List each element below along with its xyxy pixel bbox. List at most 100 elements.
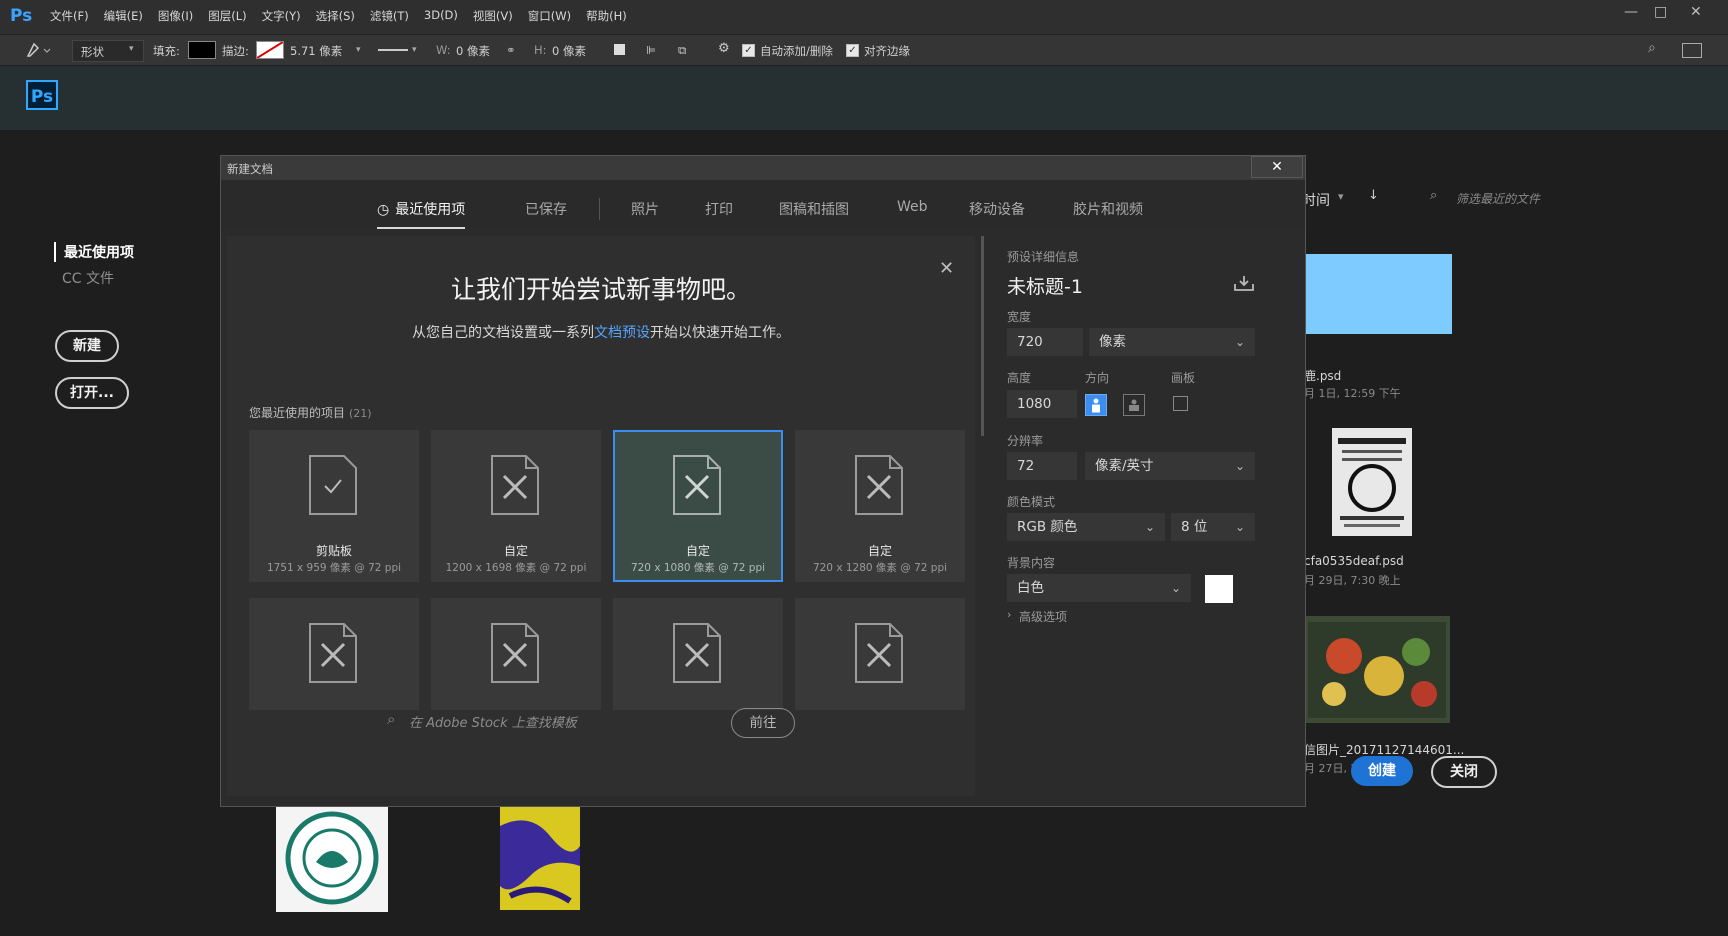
height-input[interactable]: 1080 [1007, 390, 1077, 418]
dialog-close-button[interactable]: ✕ [1251, 156, 1303, 178]
fill-swatch[interactable] [188, 41, 216, 59]
document-presets-link[interactable]: 文档预设 [594, 325, 650, 341]
chevron-right-icon[interactable]: › [1007, 608, 1011, 621]
preset-tabs: ◷ 最近使用项 已保存 照片 打印 图稿和插图 Web 移动设备 胶片和视频 [221, 180, 1305, 230]
path-arrangement-icon[interactable]: ⧉ [678, 43, 686, 58]
menu-edit[interactable]: 编辑(E) [104, 8, 143, 24]
tab-recent[interactable]: ◷ 最近使用项 [377, 199, 466, 229]
bit-depth-select[interactable]: 8 位 ⌄ [1171, 513, 1255, 541]
close-window-button[interactable]: ✕ [1690, 4, 1702, 20]
resolution-input[interactable]: 72 [1007, 452, 1077, 480]
auto-add-delete-checkbox[interactable]: ✓ [742, 44, 755, 57]
pen-tool-icon[interactable] [24, 41, 54, 62]
width-value: 720 [1017, 334, 1043, 350]
color-mode-select[interactable]: RGB 颜色 ⌄ [1007, 513, 1165, 541]
close-button[interactable]: 关闭 [1431, 756, 1497, 788]
gear-icon[interactable]: ⚙ [718, 41, 730, 56]
dialog-title: 新建文档 [227, 162, 273, 176]
resolution-unit-select[interactable]: 像素/英寸 ⌄ [1085, 452, 1255, 480]
tab-art-illustration[interactable]: 图稿和插图 [779, 199, 849, 219]
tab-film-video[interactable]: 胶片和视频 [1073, 199, 1143, 219]
sort-label[interactable]: 时间 [1302, 190, 1330, 210]
goto-button[interactable]: 前往 [731, 708, 795, 738]
preset-card-row2-2[interactable] [431, 598, 601, 710]
tab-print[interactable]: 打印 [705, 199, 733, 219]
w-label: W: [436, 43, 451, 57]
document-name-field[interactable]: 未标题-1 [1007, 272, 1083, 299]
maximize-button[interactable]: □ [1654, 4, 1667, 20]
custom-doc-icon [309, 623, 357, 683]
menu-layer[interactable]: 图层(L) [208, 8, 246, 24]
menu-select[interactable]: 选择(S) [316, 8, 355, 24]
artboard-checkbox[interactable] [1173, 396, 1188, 411]
menu-file[interactable]: 文件(F) [50, 8, 89, 24]
path-operations-icon[interactable] [614, 44, 625, 55]
create-button[interactable]: 创建 [1351, 756, 1413, 786]
width-input[interactable]: 720 [1007, 328, 1083, 356]
recent-file-thumbnail-5[interactable] [500, 806, 580, 910]
sort-direction-icon[interactable]: ↓ [1368, 188, 1379, 203]
chevron-down-icon: ⌄ [1234, 459, 1245, 473]
ps-logo[interactable]: Ps [26, 80, 58, 110]
menu-image[interactable]: 图像(I) [158, 8, 193, 24]
menu-type[interactable]: 文字(Y) [262, 8, 301, 24]
preset-card-size: 720 x 1080 像素 @ 72 ppi [630, 562, 766, 574]
presets-scrollbar[interactable] [981, 236, 984, 436]
save-preset-icon[interactable] [1233, 274, 1255, 295]
h-value[interactable]: 0 像素 [552, 43, 586, 59]
sort-chevron-icon[interactable]: ▾ [1338, 190, 1344, 203]
stroke-type-icon[interactable] [378, 49, 408, 51]
tab-web[interactable]: Web [897, 199, 928, 215]
preset-details-label: 预设详细信息 [1007, 250, 1080, 264]
portrait-orientation-icon[interactable] [1085, 394, 1107, 416]
recent-file-thumbnail-2[interactable] [1332, 428, 1412, 536]
hero-subtitle-start: 从您自己的文档设置或一系列 [412, 325, 594, 341]
open-button[interactable]: 打开... [55, 377, 129, 409]
stroke-type-chevron-icon[interactable]: ▾ [412, 45, 417, 55]
preset-card-row2-4[interactable] [795, 598, 965, 710]
background-color-swatch[interactable] [1205, 575, 1233, 603]
workspace-icon[interactable] [1682, 43, 1702, 58]
width-unit-select[interactable]: 像素 ⌄ [1089, 328, 1255, 356]
stroke-swatch[interactable] [256, 41, 284, 59]
filter-recent-input[interactable]: 筛选最近的文件 [1456, 190, 1540, 207]
preset-card-custom-3[interactable]: 自定 720 x 1280 像素 @ 72 ppi [795, 430, 965, 582]
recent-file-thumbnail-3[interactable] [1304, 616, 1450, 723]
clock-icon: ◷ [377, 202, 390, 218]
search-icon[interactable]: ⌕ [1648, 40, 1656, 56]
background-contents-select[interactable]: 白色 ⌄ [1007, 574, 1191, 602]
menu-filter[interactable]: 滤镜(T) [370, 8, 409, 24]
tab-photo[interactable]: 照片 [631, 199, 659, 219]
recent-file-name-2[interactable]: cfa0535deaf.psd [1304, 554, 1404, 568]
menu-help[interactable]: 帮助(H) [586, 8, 627, 24]
preset-card-name: 自定 [867, 544, 892, 558]
menu-3d[interactable]: 3D(D) [424, 8, 458, 24]
stock-search-input[interactable]: 在 Adobe Stock 上查找模板 [409, 712, 577, 731]
stroke-width-chevron-icon[interactable]: ▾ [356, 45, 361, 55]
preset-card-clipboard[interactable]: 剪贴板 1751 x 959 像素 @ 72 ppi [249, 430, 419, 582]
preset-card-custom-selected[interactable]: 自定 720 x 1080 像素 @ 72 ppi [613, 430, 783, 582]
tab-mobile[interactable]: 移动设备 [969, 199, 1025, 219]
path-alignment-icon[interactable]: ⊫ [646, 43, 656, 57]
tab-saved[interactable]: 已保存 [525, 199, 567, 219]
preset-card-row2-3[interactable] [613, 598, 783, 710]
nav-cc-files[interactable]: CC 文件 [62, 268, 114, 288]
advanced-options-toggle[interactable]: 高级选项 [1019, 608, 1067, 625]
preset-card-row2-1[interactable] [249, 598, 419, 710]
menu-list: 文件(F) 编辑(E) 图像(I) 图层(L) 文字(Y) 选择(S) 滤镜(T… [50, 8, 642, 24]
align-edges-checkbox[interactable]: ✓ [846, 44, 859, 57]
recent-file-thumbnail-1[interactable] [1304, 254, 1452, 334]
menu-view[interactable]: 视图(V) [473, 8, 513, 24]
nav-recent[interactable]: 最近使用项 [54, 242, 134, 262]
recent-file-name-1[interactable]: 鹿.psd [1304, 367, 1341, 384]
minimize-button[interactable]: — [1624, 4, 1638, 20]
link-icon[interactable]: ⚭ [506, 43, 516, 57]
landscape-orientation-icon[interactable] [1123, 394, 1145, 416]
w-value[interactable]: 0 像素 [456, 43, 490, 59]
recent-file-thumbnail-4[interactable] [276, 804, 388, 912]
menu-window[interactable]: 窗口(W) [528, 8, 571, 24]
stroke-width-value[interactable]: 5.71 像素 [290, 43, 342, 59]
new-button[interactable]: 新建 [55, 330, 119, 362]
tool-mode-select[interactable]: 形状 ▾ [72, 40, 144, 62]
preset-card-custom-1[interactable]: 自定 1200 x 1698 像素 @ 72 ppi [431, 430, 601, 582]
